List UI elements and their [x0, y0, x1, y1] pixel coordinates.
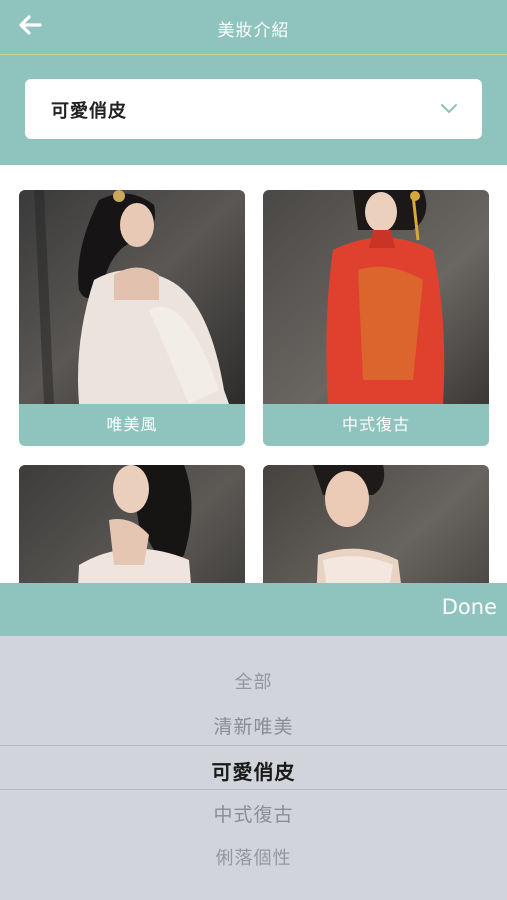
done-button[interactable]: Done: [442, 595, 497, 619]
makeup-photo: [263, 190, 489, 404]
picker-option[interactable]: 清新唯美: [0, 712, 507, 739]
makeup-card-label: 中式復古: [263, 404, 489, 446]
makeup-grid: 唯美風 中式復古: [0, 165, 507, 583]
chevron-down-icon: [440, 101, 458, 117]
makeup-photo: [263, 465, 489, 583]
makeup-card-label: 唯美風: [19, 404, 245, 446]
makeup-photo: [19, 190, 245, 404]
makeup-card[interactable]: [263, 465, 489, 583]
makeup-card[interactable]: 唯美風: [19, 190, 245, 446]
picker-option-selected[interactable]: 可愛俏皮: [0, 756, 507, 785]
picker-option[interactable]: 全部: [0, 668, 507, 694]
style-picker-wheel[interactable]: 全部 清新唯美 可愛俏皮 中式復古 俐落個性: [0, 636, 507, 900]
makeup-card[interactable]: [19, 465, 245, 583]
picker-option[interactable]: 中式復古: [0, 800, 507, 827]
picker-selection-line-bottom: [0, 789, 507, 790]
makeup-card[interactable]: 中式復古: [263, 190, 489, 446]
page-title: 美妝介紹: [217, 21, 290, 41]
filter-band: 可愛俏皮: [0, 55, 507, 165]
picker-toolbar: Done: [0, 583, 507, 636]
picker-selection-line-top: [0, 745, 507, 746]
picker-option[interactable]: 俐落個性: [0, 844, 507, 870]
app-header: 美妝介紹: [0, 0, 507, 55]
filter-selected-value: 可愛俏皮: [51, 101, 127, 122]
makeup-photo: [19, 465, 245, 583]
style-filter-dropdown[interactable]: 可愛俏皮: [25, 79, 482, 139]
